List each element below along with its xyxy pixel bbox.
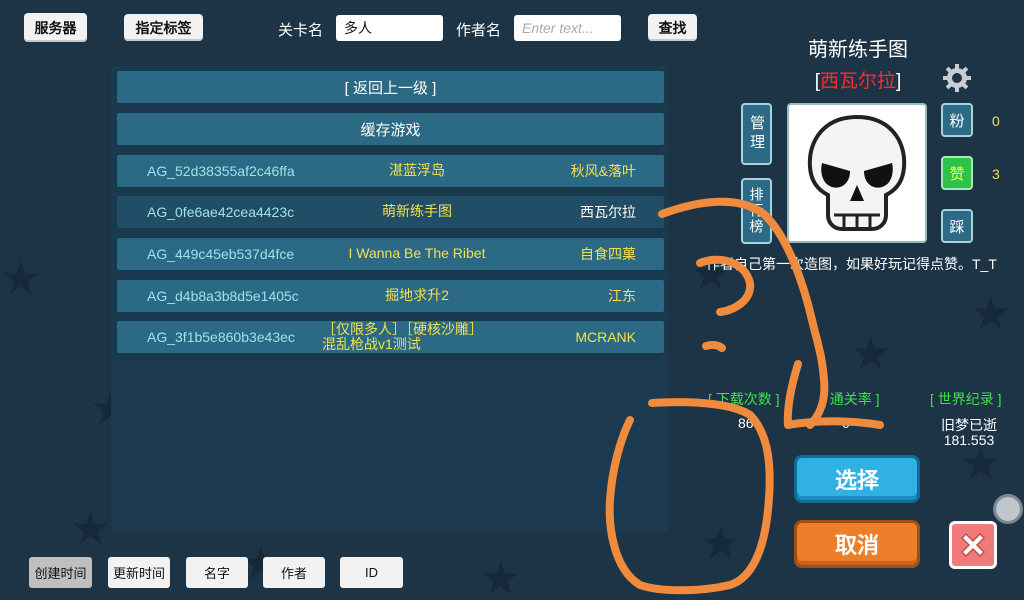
sort-by-updated[interactable]: 更新时间: [108, 557, 170, 588]
pass-rate-label: [ 通关率 ]: [822, 391, 880, 407]
level-author: 江东: [608, 288, 636, 304]
cached-games-label: 缓存游戏: [360, 121, 421, 139]
star-icon: ★: [850, 327, 892, 379]
like-button[interactable]: 赞: [941, 156, 973, 190]
level-id: AG_0fe6ae42cea4423c: [147, 204, 295, 220]
world-record-time: 181.553: [943, 432, 995, 448]
dislike-button[interactable]: 踩: [941, 209, 973, 243]
star-icon: ★: [480, 552, 522, 600]
gear-icon[interactable]: [941, 62, 973, 94]
level-name-input[interactable]: 多人: [336, 15, 443, 41]
star-icon: ★: [970, 287, 1012, 339]
level-name: 湛蓝浮岛: [389, 162, 445, 179]
cached-games-button[interactable]: 缓存游戏: [115, 111, 666, 147]
list-item[interactable]: AG_449c45eb537d4fce I Wanna Be The Ribet…: [115, 236, 666, 272]
level-author-link[interactable]: [西瓦尔拉]: [795, 66, 921, 93]
level-description: 作者自己第一次造图，如果好玩记得点赞。T_T: [706, 256, 997, 272]
leaderboard-button[interactable]: 排行榜: [741, 178, 772, 244]
fans-button[interactable]: 粉: [941, 103, 973, 137]
sort-by-created[interactable]: 创建时间: [29, 557, 92, 588]
sort-by-author[interactable]: 作者: [263, 557, 325, 588]
level-author: 自食四菓: [580, 246, 636, 262]
list-item[interactable]: AG_52d38355af2c46ffa 湛蓝浮岛 秋风&落叶: [115, 153, 666, 189]
list-item-selected[interactable]: AG_0fe6ae42cea4423c 萌新练手图 西瓦尔拉: [115, 194, 666, 230]
level-author: 西瓦尔拉: [580, 204, 636, 220]
sort-by-name[interactable]: 名字: [186, 557, 248, 588]
tag-button[interactable]: 指定标签: [124, 14, 203, 41]
level-id: AG_3f1b5e860b3e43ec: [147, 329, 295, 345]
level-id: AG_d4b8a3b8d5e1405c: [147, 288, 299, 304]
level-avatar: [787, 103, 927, 243]
sort-by-id[interactable]: ID: [340, 557, 403, 588]
back-up-label: [ 返回上一级 ]: [344, 79, 437, 97]
manage-button[interactable]: 管理: [741, 103, 772, 165]
search-button[interactable]: 查找: [648, 14, 697, 41]
floating-handle[interactable]: [993, 494, 1023, 524]
level-author: MCRANK: [575, 329, 636, 345]
close-button[interactable]: [949, 521, 997, 569]
level-name: 萌新练手图: [382, 203, 452, 220]
level-name: 掘地求升2: [385, 287, 449, 304]
server-button[interactable]: 服务器: [24, 13, 87, 42]
level-id: AG_449c45eb537d4fce: [147, 246, 295, 262]
bracket-close: ]: [896, 71, 902, 92]
world-record-label: [ 世界纪录 ]: [930, 391, 1002, 407]
list-item[interactable]: AG_d4b8a3b8d5e1405c 掘地求升2 江东: [115, 278, 666, 314]
star-icon: ★: [700, 517, 742, 569]
level-name: ［仅限多人］［硬核沙雕］混乱枪战v1测试: [322, 320, 483, 352]
level-author-name: 西瓦尔拉: [819, 71, 896, 92]
list-item[interactable]: AG_3f1b5e860b3e43ec ［仅限多人］［硬核沙雕］混乱枪战v1测试…: [115, 319, 666, 355]
back-up-button[interactable]: [ 返回上一级 ]: [115, 69, 666, 105]
level-title: 萌新练手图: [808, 39, 908, 61]
author-name-label: 作者名: [456, 22, 502, 39]
cancel-button[interactable]: 取消: [794, 520, 920, 568]
downloads-label: [ 下载次数 ]: [708, 391, 780, 407]
like-count: 3: [992, 166, 1000, 182]
skull-icon: [807, 114, 907, 231]
author-name-input[interactable]: Enter text...: [514, 15, 621, 41]
downloads-value: 86: [738, 415, 754, 431]
star-icon: ★: [70, 502, 112, 554]
select-button[interactable]: 选择: [794, 455, 920, 503]
level-name: I Wanna Be The Ribet: [348, 245, 486, 262]
level-author: 秋风&落叶: [570, 163, 636, 179]
level-name-label: 关卡名: [278, 22, 324, 39]
fans-count: 0: [992, 113, 1000, 129]
close-icon: [960, 532, 986, 558]
level-id: AG_52d38355af2c46ffa: [147, 163, 295, 179]
star-icon: ★: [0, 252, 42, 304]
pass-rate-value: 0: [842, 415, 850, 431]
